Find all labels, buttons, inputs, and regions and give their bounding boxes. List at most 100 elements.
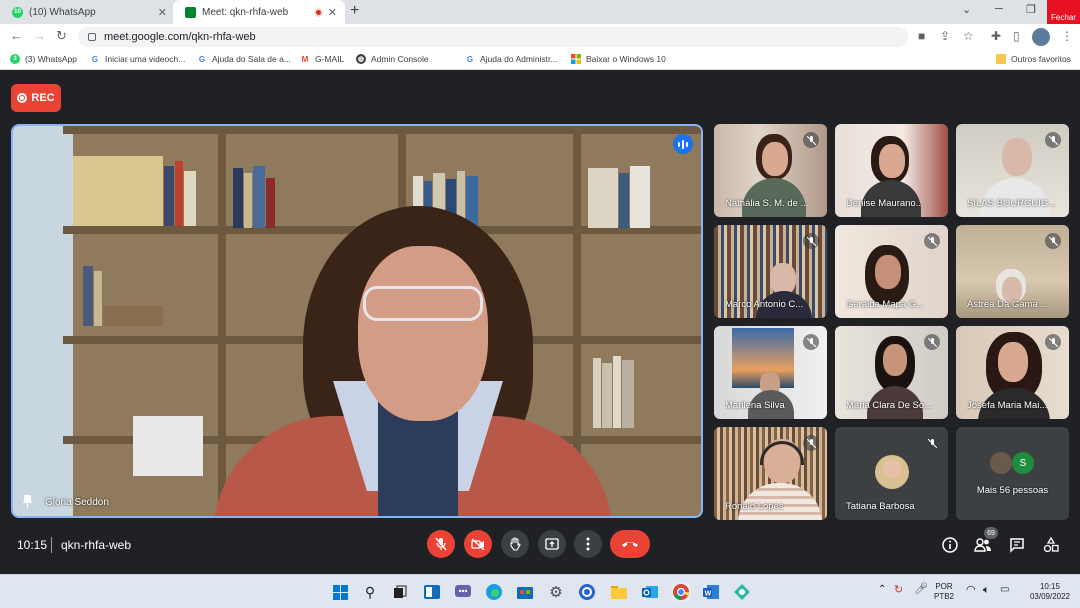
widgets-icon[interactable]: [423, 583, 441, 601]
activities-button[interactable]: [1042, 536, 1060, 554]
info-icon: [942, 537, 958, 553]
camera-toggle-button[interactable]: [464, 530, 492, 558]
speaker-glasses: [363, 286, 483, 321]
tab-whatsapp[interactable]: 10 (10) WhatsApp ✕: [0, 0, 175, 24]
whatsapp-icon: 10: [12, 6, 23, 18]
menu-icon[interactable]: ⋮: [1061, 29, 1073, 43]
volume-icon[interactable]: 🔈︎: [983, 585, 990, 596]
participant-tile[interactable]: Marco Antonio C...: [714, 225, 827, 318]
camera-icon[interactable]: ■: [918, 29, 925, 43]
maximize-button[interactable]: ❐: [1026, 3, 1036, 16]
word-icon[interactable]: W: [702, 583, 720, 601]
mic-off-icon: [803, 132, 819, 148]
chevron-up-icon[interactable]: ⌃: [878, 585, 886, 595]
meeting-code: qkn-rhfa-web: [61, 538, 132, 552]
forward-icon[interactable]: →: [33, 28, 46, 43]
window-close-button[interactable]: Fechar: [1047, 0, 1080, 24]
leave-call-button[interactable]: [610, 530, 650, 558]
participant-tile[interactable]: Ronald Lopes: [714, 427, 827, 520]
pin-icon[interactable]: [23, 495, 32, 508]
search-icon[interactable]: ⚲: [361, 583, 379, 601]
participant-tile[interactable]: Tatiana Barbosa: [835, 427, 948, 520]
url-field[interactable]: meet.google.com/qkn-rhfa-web: [78, 27, 908, 47]
bookmark-whatsapp[interactable]: 3 (3) WhatsApp: [10, 54, 77, 64]
app-icon[interactable]: [578, 583, 596, 601]
mic-toggle-button[interactable]: [427, 530, 455, 558]
bookmark-admin-console[interactable]: ◍ Admin Console: [356, 54, 429, 64]
tab-title: Meet: qkn-rhfa-web: [202, 6, 289, 18]
new-tab-button[interactable]: +: [350, 2, 359, 20]
chrome-icon[interactable]: [672, 583, 690, 601]
more-people-tile[interactable]: S Mais 56 pessoas: [956, 427, 1069, 520]
wifi-icon[interactable]: ◠: [966, 585, 976, 596]
share-icon[interactable]: ⇪: [940, 29, 950, 43]
participant-tile[interactable]: Nathália S. M. de ...: [714, 124, 827, 217]
people-icon: [974, 538, 991, 552]
rec-label: REC: [31, 92, 55, 104]
reload-icon[interactable]: ↻: [56, 28, 67, 44]
bookshelf: [218, 126, 226, 516]
tab-meet[interactable]: Meet: qkn-rhfa-web ✕: [173, 0, 345, 24]
bookmark-sala-de-aula[interactable]: G Ajuda do Sala de a...: [197, 54, 291, 64]
bookmark-videochamada[interactable]: G Iniciar uma videoch...: [90, 54, 185, 64]
participant-face: [1002, 138, 1032, 176]
sidebar-icon[interactable]: ▯: [1013, 29, 1020, 43]
mic-off-icon: [803, 334, 819, 350]
windows-icon: [571, 54, 581, 64]
chat-button[interactable]: [1008, 536, 1026, 554]
meeting-info-button[interactable]: [941, 536, 959, 554]
browser-tab-strip: 10 (10) WhatsApp ✕ Meet: qkn-rhfa-web ✕ …: [0, 0, 1080, 24]
more-options-button[interactable]: [574, 530, 602, 558]
bookmark-ajuda-admin[interactable]: G Ajuda do Administr...: [465, 54, 558, 64]
close-tab-icon[interactable]: ✕: [328, 6, 337, 19]
close-tab-icon[interactable]: ✕: [158, 6, 167, 19]
books: [233, 166, 275, 228]
participant-name: Astrea Da Gama ...: [967, 299, 1049, 310]
profile-avatar[interactable]: [1032, 28, 1050, 46]
microphone-icon[interactable]: 🎤︎: [914, 584, 928, 595]
close-tooltip: Fechar: [1051, 13, 1076, 22]
participant-name: Denise Maurano...: [846, 198, 924, 209]
url-text: meet.google.com/qkn-rhfa-web: [104, 31, 256, 43]
participant-tile[interactable]: Josefa Maria Mai...: [956, 326, 1069, 419]
rec-button[interactable]: REC: [11, 84, 61, 112]
outlook-icon[interactable]: [641, 583, 659, 601]
tab-search-icon[interactable]: ⌄: [962, 3, 971, 16]
settings-icon[interactable]: ⚙: [547, 583, 565, 601]
participant-tile[interactable]: Denise Maurano...: [835, 124, 948, 217]
participant-face: [762, 142, 788, 176]
participant-tile[interactable]: Maria Clara De So...: [835, 326, 948, 419]
teams-chat-icon[interactable]: [454, 583, 472, 601]
language-indicator[interactable]: POR PTB2: [934, 582, 954, 602]
task-view-icon[interactable]: [391, 583, 409, 601]
start-icon[interactable]: [331, 583, 349, 601]
google-icon: G: [466, 54, 474, 64]
sync-icon[interactable]: ↻: [894, 585, 903, 596]
participant-name: Ronald Lopes: [725, 501, 784, 512]
main-speaker-tile[interactable]: Gloria Seddon: [11, 124, 703, 518]
svg-text:W: W: [705, 591, 712, 598]
participant-tile[interactable]: Geralda Mapa G...: [835, 225, 948, 318]
participant-tile[interactable]: SILAS BOURGUIG...: [956, 124, 1069, 217]
raise-hand-button[interactable]: [501, 530, 529, 558]
clock-time: 10:15: [1039, 582, 1061, 591]
present-screen-button[interactable]: [538, 530, 566, 558]
other-favorites[interactable]: Outros favoritos: [996, 54, 1071, 64]
bookmark-gmail[interactable]: M G-MAIL: [300, 54, 345, 64]
minimize-button[interactable]: ─: [995, 3, 1003, 15]
file-explorer-icon[interactable]: [610, 583, 628, 601]
taskbar-clock[interactable]: 10:15 03/09/2022: [1022, 582, 1078, 602]
star-icon[interactable]: ☆: [963, 29, 974, 43]
books: [588, 166, 650, 228]
back-icon[interactable]: ←: [10, 28, 23, 43]
participant-face: [998, 342, 1028, 382]
bookmark-windows10[interactable]: Baixar o Windows 10: [571, 54, 666, 64]
participant-tile[interactable]: Astrea Da Gama ...: [956, 225, 1069, 318]
battery-icon[interactable]: ▭: [1000, 585, 1009, 595]
books: [133, 416, 203, 476]
participant-tile[interactable]: Marilena Silva: [714, 326, 827, 419]
app-icon[interactable]: [733, 583, 751, 601]
extensions-icon[interactable]: ✚: [991, 29, 1001, 43]
store-icon[interactable]: [516, 583, 534, 601]
edge-icon[interactable]: [485, 583, 503, 601]
